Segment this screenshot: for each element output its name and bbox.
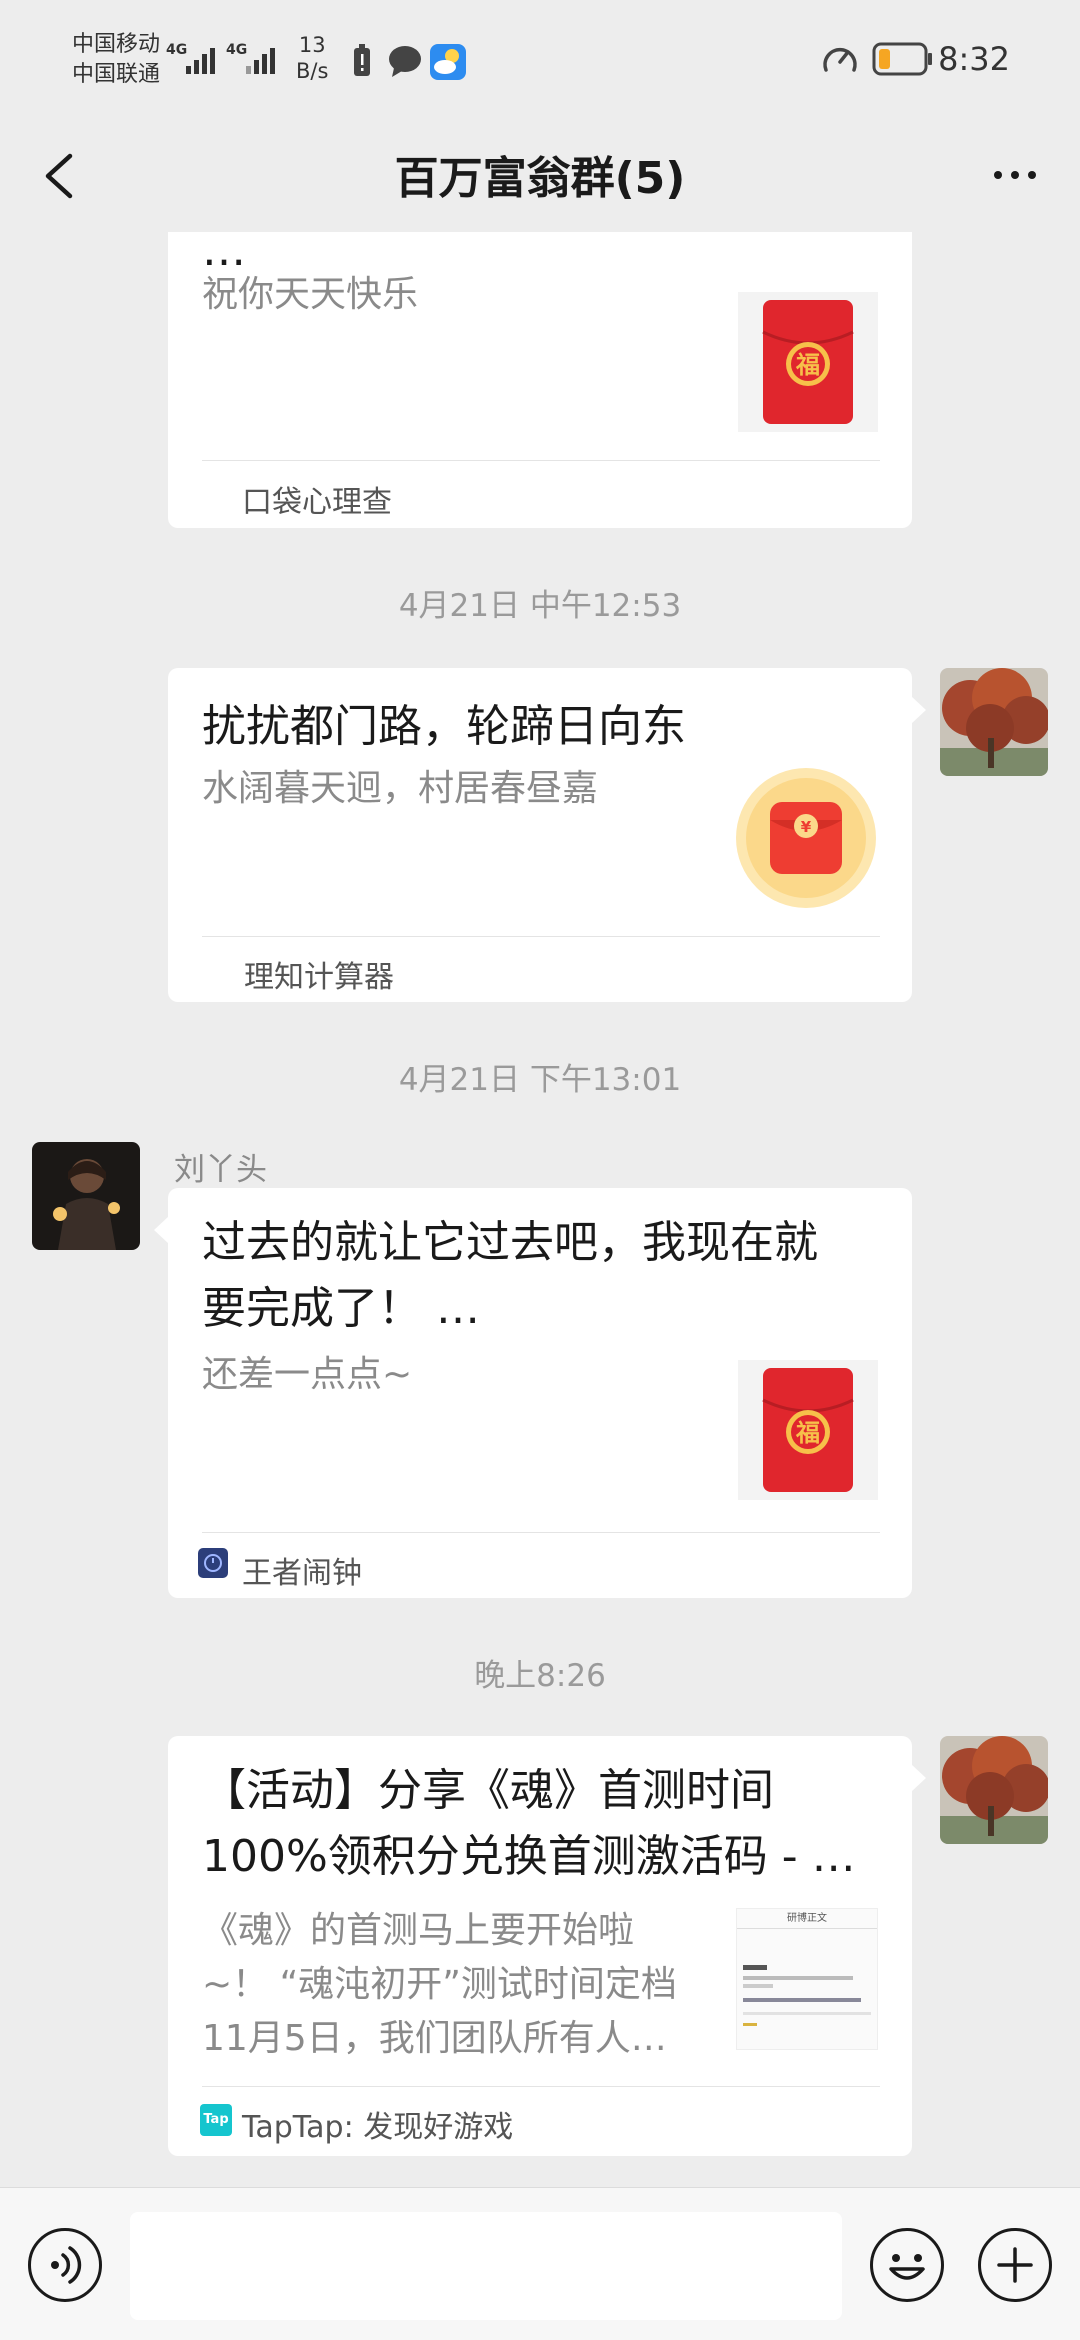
card-divider — [202, 1532, 880, 1533]
share-card[interactable]: 过去的就让它过去吧，我现在就 要完成了！ … 还差一点点~ 福 王者闹钟 — [154, 1188, 912, 1598]
sender-name: 刘丫头 — [174, 1152, 267, 1188]
card-description: 水阔暮天迥，村居春昼嘉 — [202, 768, 599, 809]
thumbnail: 研博正文 — [736, 1908, 878, 2050]
speed-gauge-icon — [823, 47, 857, 72]
input-bar — [0, 2187, 1080, 2340]
card-source: 理知计算器 — [244, 960, 394, 995]
red-envelope-fu-icon: 福 — [762, 1368, 854, 1492]
card-divider — [202, 460, 880, 461]
emoji-icon — [889, 2254, 925, 2280]
svg-text:¥: ¥ — [801, 818, 812, 836]
message-bubble-icon — [389, 46, 421, 77]
chat-title: 百万富翁群(5) — [394, 153, 686, 204]
card-description-line-3: 11月5日，我们团队所有人… — [202, 2018, 667, 2059]
thumbnail: 福 — [738, 1360, 878, 1500]
more-dots-icon — [994, 171, 1002, 179]
emoji-button[interactable] — [870, 2228, 944, 2302]
avatar[interactable] — [32, 1142, 140, 1250]
timestamp: 晚上8:26 — [474, 1658, 606, 1694]
card-description-line-2: ~！ “魂沌初开”测试时间定档 — [202, 1964, 677, 2005]
red-envelope-fu-icon: 福 — [762, 300, 854, 424]
card-source: 口袋心理查 — [242, 485, 392, 520]
battery-alert-icon — [354, 44, 370, 76]
message-input[interactable] — [130, 2212, 842, 2320]
share-card[interactable]: 【活动】分享《魂》首测时间 100%领积分兑换首测激活码 - … 《魂》的首测马… — [168, 1736, 926, 2156]
status-bar: 中国移动 中国联通 4G 4G 13 B/s 8:32 — [0, 0, 1080, 120]
message-list[interactable]: … 祝你天天快乐 福 口袋心理查 4月21日 中午12:53 扰扰都门路，轮蹄日… — [0, 232, 1080, 2187]
card-source: 王者闹钟 — [242, 1556, 362, 1591]
thumbnail-header: 研博正文 — [737, 1909, 877, 1929]
taptap-logo-icon: Tap — [200, 2104, 232, 2136]
carrier-2: 中国联通 — [72, 62, 161, 87]
alarm-app-icon — [198, 1548, 228, 1578]
share-card[interactable]: 扰扰都门路，轮蹄日向东 水阔暮天迥，村居春昼嘉 ¥ 理知计算器 — [168, 668, 926, 1002]
card-description: 祝你天天快乐 — [202, 274, 419, 315]
card-title-line-1: 【活动】分享《魂》首测时间 — [202, 1765, 774, 1816]
card-title-line-1: 过去的就让它过去吧，我现在就 — [202, 1217, 818, 1268]
autumn-tree-avatar-icon — [940, 1736, 1048, 1844]
autumn-tree-avatar-icon — [940, 668, 1048, 776]
card-title: 扰扰都门路，轮蹄日向东 — [202, 701, 686, 752]
card-description-line-1: 《魂》的首测马上要开始啦 — [202, 1910, 635, 1951]
card-divider — [202, 936, 880, 937]
clock: 8:32 — [938, 40, 1010, 78]
svg-text:福: 福 — [795, 351, 820, 379]
share-card[interactable]: … 祝你天天快乐 福 口袋心理查 — [168, 232, 912, 528]
card-description: 还差一点点~ — [202, 1354, 413, 1395]
timestamp: 4月21日 下午13:01 — [398, 1062, 682, 1098]
voice-icon — [51, 2246, 82, 2284]
avatar[interactable] — [940, 1736, 1048, 1844]
carrier-1: 中国移动 — [72, 32, 161, 57]
card-title-line-2: 要完成了！ … — [202, 1283, 480, 1334]
card-title-line-2: 100%领积分兑换首测激活码 - … — [202, 1831, 856, 1882]
chat-header: 百万富翁群(5) — [0, 120, 1080, 232]
plus-button[interactable] — [978, 2228, 1052, 2302]
plus-icon — [997, 2247, 1033, 2283]
net-speed: 13 B/s — [296, 33, 329, 83]
avatar[interactable] — [940, 668, 1048, 776]
timestamp: 4月21日 中午12:53 — [398, 588, 682, 624]
weather-app-icon — [430, 44, 466, 80]
carrier-labels: 中国移动 中国联通 — [72, 30, 160, 90]
person-avatar-icon — [32, 1142, 140, 1250]
thumbnail: ¥ — [736, 768, 876, 908]
thumbnail: 福 — [738, 292, 878, 432]
card-divider — [202, 2086, 880, 2087]
more-button[interactable] — [980, 140, 1050, 210]
voice-button[interactable] — [28, 2228, 102, 2302]
svg-text:福: 福 — [795, 1419, 820, 1447]
battery-icon — [872, 42, 932, 76]
red-envelope-yuan-icon: ¥ — [736, 768, 876, 908]
card-source: TapTap: 发现好游戏 — [242, 2110, 514, 2145]
